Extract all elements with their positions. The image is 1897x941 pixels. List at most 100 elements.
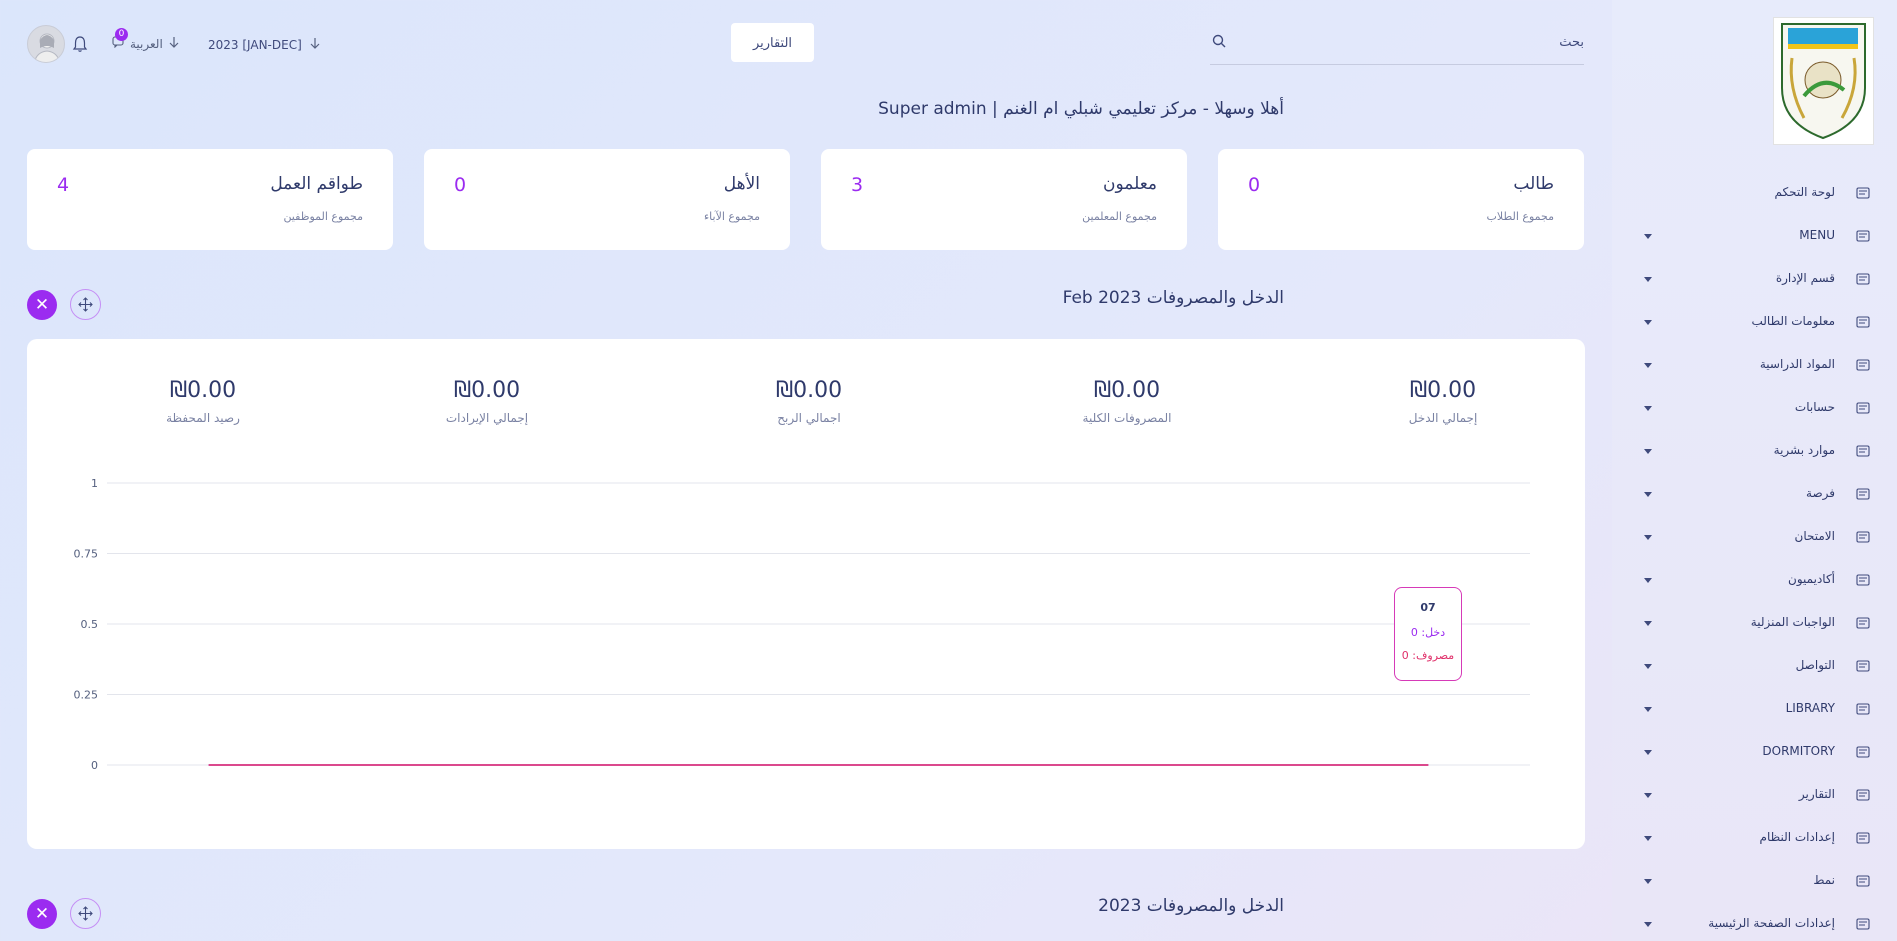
caret-down-icon[interactable] [1644,836,1652,841]
summary-total-profit: ₪0.00 اجمالي الربح [709,378,909,425]
sidebar-item-label: إعدادات الصفحة الرئيسية [1708,916,1835,930]
search-input[interactable] [1244,29,1584,55]
stat-subtitle: مجموع الموظفين [283,210,363,223]
caret-down-icon[interactable] [1644,922,1652,927]
caret-down-icon[interactable] [1644,535,1652,540]
income-expense-panel: ₪0.00 إجمالي الدخل ₪0.00 المصروفات الكلي… [27,339,1585,849]
summary-label: اجمالي الربح [777,411,841,425]
sidebar-item-label: إعدادات النظام [1759,830,1835,844]
menu-icon [1855,228,1871,244]
stat-title: معلمون [1102,174,1157,194]
tooltip-income: دخل: 0 [1410,626,1446,639]
sidebar-item-label: الواجبات المنزلية [1750,615,1835,629]
caret-down-icon[interactable] [1644,578,1652,583]
sidebar-item-label: أكاديميون [1788,572,1835,586]
sidebar-item[interactable]: لوحة التحكم [1620,172,1897,215]
arrow-down-icon [310,37,320,52]
move-section-button[interactable] [70,898,101,929]
sidebar-item[interactable]: MENU [1620,215,1897,258]
stat-title: طالب [1513,174,1554,194]
sidebar-item[interactable]: DORMITORY [1620,731,1897,774]
move-icon [71,297,100,323]
sidebar-item[interactable]: التواصل [1620,645,1897,688]
study-material-icon [1855,357,1871,373]
academics-icon [1855,572,1871,588]
close-section-button[interactable]: ✕ [27,899,57,929]
close-section-button[interactable]: ✕ [27,290,57,320]
sidebar-item[interactable]: LIBRARY [1620,688,1897,731]
caret-down-icon[interactable] [1644,793,1652,798]
sidebar-item[interactable]: المواد الدراسية [1620,344,1897,387]
sidebar-item[interactable]: فرصة [1620,473,1897,516]
y-tick-label: 0.5 [81,618,99,631]
stat-value: 4 [57,174,70,196]
move-icon [71,906,100,932]
sidebar-item-label: LIBRARY [1785,701,1835,715]
year-selector[interactable]: 2023 [JAN-DEC] [208,37,320,52]
sidebar-item[interactable]: موارد بشرية [1620,430,1897,473]
summary-value: ₪0.00 [1093,378,1161,403]
summary-value: ₪0.00 [453,378,521,403]
sidebar-item[interactable]: حسابات [1620,387,1897,430]
communicate-icon [1855,658,1871,674]
sidebar-item[interactable]: معلومات الطالب [1620,301,1897,344]
stat-card-students[interactable]: طالب مجموع الطلاب 0 [1218,149,1584,250]
caret-down-icon[interactable] [1644,277,1652,282]
homework-icon [1855,615,1871,631]
caret-down-icon[interactable] [1644,234,1652,239]
sidebar-item[interactable]: قسم الإدارة [1620,258,1897,301]
bell-icon[interactable] [72,35,88,53]
sidebar-item[interactable]: الامتحان [1620,516,1897,559]
caret-down-icon[interactable] [1644,879,1652,884]
y-tick-label: 0 [91,759,98,769]
caret-down-icon[interactable] [1644,750,1652,755]
stat-card-teachers[interactable]: معلمون مجموع المعلمين 3 [821,149,1187,250]
move-section-button[interactable] [70,289,101,320]
library-icon [1855,701,1871,717]
caret-down-icon[interactable] [1644,320,1652,325]
y-tick-label: 0.75 [74,548,99,561]
caret-down-icon[interactable] [1644,664,1652,669]
stat-subtitle: مجموع المعلمين [1082,210,1157,223]
style-icon [1855,873,1871,889]
stat-title: طواقم العمل [270,174,363,194]
sidebar-item-label: التقارير [1798,787,1835,801]
exam-icon [1855,529,1871,545]
sidebar-item[interactable]: التقارير [1620,774,1897,817]
sidebar-item-label: التواصل [1795,658,1835,672]
sidebar-item[interactable]: إعدادات الصفحة الرئيسية [1620,903,1897,941]
reports-button[interactable]: التقارير [731,23,814,62]
stat-value: 0 [1248,174,1261,196]
sidebar-item[interactable]: أكاديميون [1620,559,1897,602]
caret-down-icon[interactable] [1644,621,1652,626]
sidebar-nav: لوحة التحكم MENU قسم الإدارة معلومات الطالب… [1620,172,1897,941]
settings-icon [1855,830,1871,846]
stat-subtitle: مجموع الطلاب [1486,210,1554,223]
stat-card-staff[interactable]: طواقم العمل مجموع الموظفين 4 [27,149,393,250]
sidebar-item-label: DORMITORY [1762,744,1835,758]
reports-icon [1855,787,1871,803]
summary-total-expenses: ₪0.00 المصروفات الكلية [1027,378,1227,425]
notification-badge: 0 [115,28,128,41]
sidebar-item-label: قسم الإدارة [1775,271,1835,285]
yearly-section-title: الدخل والمصروفات 2023 [1098,896,1284,916]
sidebar-item[interactable]: نمط [1620,860,1897,903]
caret-down-icon[interactable] [1644,363,1652,368]
chart-tooltip: 07 دخل: 0 مصروف: 0 [1394,587,1462,681]
sidebar-item[interactable]: الواجبات المنزلية [1620,602,1897,645]
caret-down-icon[interactable] [1644,707,1652,712]
income-expense-chart: 00.250.50.75101020304050607 [74,477,1530,769]
logo[interactable] [1773,17,1874,145]
search-icon[interactable] [1212,33,1226,48]
summary-label: رصيد المحفظة [166,411,240,425]
main-content: العربية 0 2023 [JAN-DEC] التقارير أهلا و… [0,0,1612,941]
caret-down-icon[interactable] [1644,406,1652,411]
avatar[interactable] [27,25,65,63]
welcome-heading: أهلا وسهلا - مركز تعليمي شبلي ام الغنم |… [878,99,1284,119]
caret-down-icon[interactable] [1644,449,1652,454]
sidebar-item[interactable]: إعدادات النظام [1620,817,1897,860]
tooltip-heading: 07 [1420,601,1436,614]
stat-title: الأهل [723,174,760,194]
stat-card-parents[interactable]: الأهل مجموع الآباء 0 [424,149,790,250]
caret-down-icon[interactable] [1644,492,1652,497]
